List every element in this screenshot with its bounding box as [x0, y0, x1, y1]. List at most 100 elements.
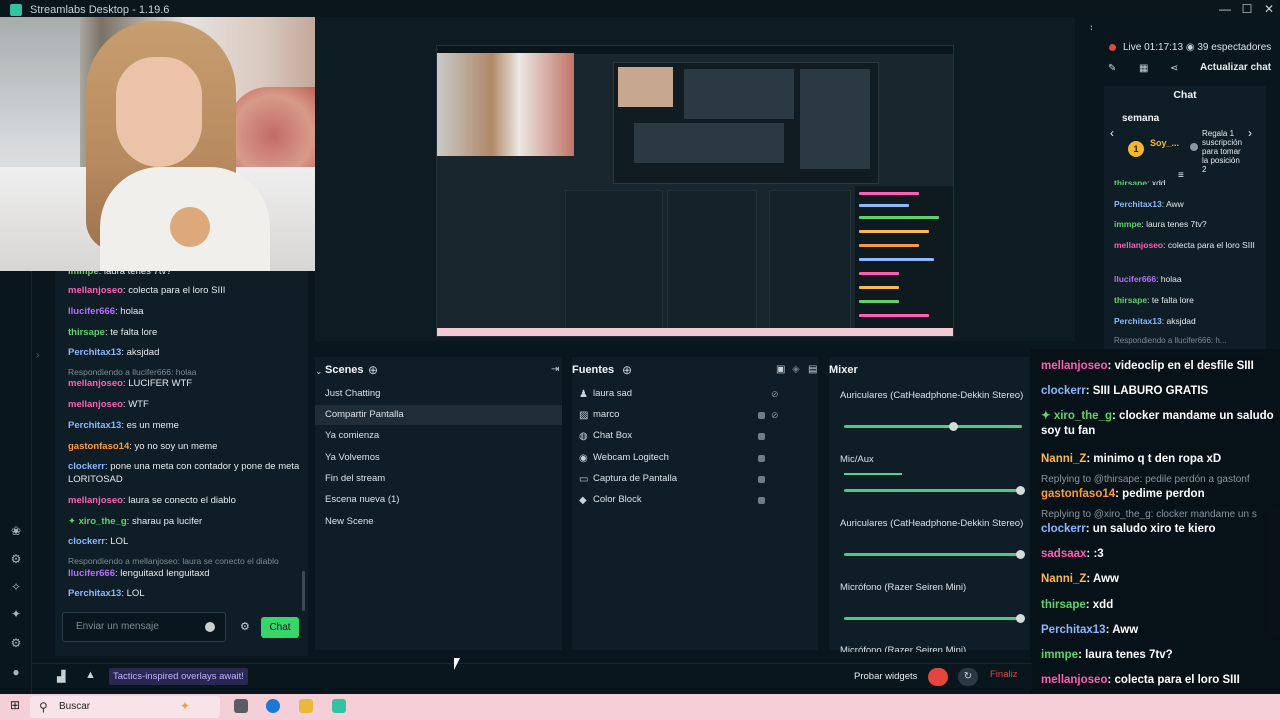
lock-icon[interactable] — [758, 476, 765, 483]
carousel-prev-icon[interactable]: ‹ — [1110, 126, 1114, 140]
task-view-icon[interactable] — [234, 699, 248, 713]
paint-icon: ◆ — [579, 495, 587, 506]
test-widgets-button[interactable]: Probar widgets — [854, 671, 917, 682]
stats-chart-icon[interactable]: ▟ — [57, 670, 65, 683]
lock-icon[interactable] — [758, 497, 765, 504]
scene-item[interactable]: New Scene — [315, 512, 562, 532]
sub-train-header: semana — [1122, 113, 1160, 124]
scene-item[interactable]: Ya Volvemos — [315, 448, 562, 468]
scene-item[interactable]: Escena nueva (1) — [315, 490, 562, 510]
chat-message: llucifer666: holaa — [68, 306, 144, 317]
taskbar-search-box[interactable]: ⚲ Buscar ✦ — [30, 696, 220, 718]
highlighter-icon[interactable]: ✦ — [9, 607, 23, 621]
expand-chevron-icon[interactable]: › — [36, 350, 39, 361]
chat-reply-context: Respondiendo a mellanjoseo: laura se con… — [68, 556, 279, 566]
add-source-icon[interactable]: ⊕ — [622, 363, 632, 377]
tools-icon[interactable]: ✧ — [9, 580, 23, 594]
scene-item[interactable]: Ya comienza — [315, 426, 562, 446]
share-icon[interactable]: ⋖ — [1170, 63, 1178, 74]
scene-item-selected[interactable]: Compartir Pantalla — [315, 405, 562, 425]
mouse-cursor — [454, 658, 460, 670]
notifications-alert-icon[interactable]: ▲ — [85, 669, 96, 681]
gift-icon — [1190, 143, 1198, 151]
add-scene-icon[interactable]: ⊕ — [368, 363, 378, 377]
mixer-channel-label: Auriculares (CatHeadphone-Dekkin Stereo) — [840, 390, 1024, 401]
edge-browser-icon[interactable] — [266, 699, 280, 713]
person-icon: ♟ — [579, 389, 588, 400]
apps-icon[interactable]: ⚙ — [9, 552, 23, 566]
mixer-channel-label: Mic/Aux — [840, 454, 874, 465]
chat-message: Perchitax13: LOL — [68, 588, 145, 599]
visibility-hidden-icon[interactable]: ⊘ — [771, 410, 779, 421]
viewers-eye-icon: ◉ — [1185, 42, 1195, 53]
gift-sub-text: Regala 1 suscripción para tomar la posic… — [1202, 129, 1243, 174]
scene-item[interactable]: Just Chatting — [315, 384, 562, 404]
chat-message: clockerr: LOL — [68, 536, 129, 547]
profile-icon[interactable]: ● — [9, 665, 23, 679]
lock-icon[interactable] — [758, 412, 765, 419]
source-item[interactable]: Webcam Logitech — [593, 448, 753, 468]
volume-slider[interactable] — [844, 617, 1022, 620]
source-item[interactable]: laura sad — [593, 384, 753, 404]
search-icon: ⚲ — [39, 700, 48, 714]
webcam-icon: ◉ — [579, 453, 588, 464]
volume-slider[interactable] — [844, 425, 1022, 428]
right-chat-message: mellanjoseo: colecta para el loro SIII — [1114, 240, 1255, 250]
update-chat-button[interactable]: Actualizar chat — [1200, 62, 1271, 73]
audio-meter — [844, 473, 902, 475]
source-item[interactable]: Color Block — [593, 490, 753, 510]
chat-message: gastonfaso14: yo no soy un meme — [68, 441, 218, 452]
volume-slider[interactable] — [844, 553, 1022, 556]
chat-message: thirsape: te falta lore — [68, 327, 158, 338]
scene-item[interactable]: Fin del stream — [315, 469, 562, 489]
emoji-icon[interactable] — [205, 622, 215, 632]
chat-message: mellanjoseo: WTF — [68, 399, 149, 410]
streamlabs-taskbar-icon[interactable] — [332, 699, 346, 713]
edit-icon[interactable]: ✎ — [1108, 63, 1116, 74]
promo-banner[interactable]: Tactics-inspired overlays await! — [109, 668, 248, 685]
source-item[interactable]: Chat Box — [593, 426, 753, 446]
chat-send-button[interactable]: Chat — [261, 617, 299, 638]
themes-icon[interactable]: ❀ — [9, 524, 23, 538]
source-item[interactable]: Captura de Pantalla — [593, 469, 753, 489]
end-stream-button[interactable]: Finaliz — [990, 669, 1017, 680]
lock-icon[interactable] — [758, 455, 765, 462]
right-chat-message: Perchitax13: aksjdad — [1114, 316, 1196, 326]
settings-icon[interactable]: ⚙ — [9, 636, 23, 650]
chat-settings-gear-icon[interactable]: ⚙ — [240, 620, 250, 633]
source-group-icon[interactable]: ◈ — [792, 364, 800, 375]
sub-user: Soy_... — [1150, 138, 1180, 148]
chat-scrollbar[interactable] — [302, 571, 305, 611]
overlay-chat-message: clockerr: un saludo xiro te kiero — [1041, 523, 1216, 535]
replay-buffer-icon[interactable]: ↻ — [958, 668, 978, 686]
volume-slider-knob[interactable] — [1016, 486, 1025, 495]
volume-slider-knob[interactable] — [949, 422, 958, 431]
window-title: Streamlabs Desktop - 1.19.6 — [30, 3, 170, 16]
record-button[interactable] — [928, 668, 948, 686]
carousel-next-icon[interactable]: › — [1248, 126, 1252, 140]
monitor-icon: ▭ — [579, 474, 589, 485]
dashboard-icon[interactable]: ▦ — [1139, 63, 1148, 74]
mixer-channel-label: Auriculares (CatHeadphone-Dekkin Stereo) — [840, 518, 1024, 529]
windows-start-icon[interactable]: ⊞ — [10, 699, 22, 711]
overlay-chat-message: Nanni_Z: Aww — [1041, 573, 1119, 585]
overlay-chat-message: thirsape: xdd — [1041, 599, 1114, 611]
chat-message-input[interactable]: Enviar un mensaje — [62, 612, 226, 642]
chat-message: mellanjoseo: LUCIFER WTF — [68, 378, 193, 389]
add-source-folder-icon[interactable]: ▤ — [808, 364, 817, 375]
visibility-hidden-icon[interactable]: ⊘ — [771, 389, 779, 400]
mixer-channel-label: Micrófono (Razer Seiren Mini) — [840, 582, 967, 593]
overlay-chat-reply: Replying to @xiro_the_g: clocker mandame… — [1041, 509, 1257, 520]
chat-message: Perchitax13: es un meme — [68, 420, 179, 431]
volume-slider[interactable] — [844, 489, 1022, 492]
source-item[interactable]: marco — [593, 405, 753, 425]
volume-slider-knob[interactable] — [1016, 614, 1025, 623]
stream-preview[interactable] — [436, 45, 954, 337]
volume-slider-knob[interactable] — [1016, 550, 1025, 559]
overlay-chat-message: clockerr: SIII LABURO GRATIS — [1041, 385, 1209, 397]
lock-icon[interactable] — [758, 433, 765, 440]
scenes-collapse-icon[interactable]: ⌄ — [315, 366, 323, 377]
scene-transition-icon[interactable]: ⇥ — [551, 364, 559, 375]
source-folder-icon[interactable]: ▣ — [776, 364, 785, 375]
file-explorer-icon[interactable] — [299, 699, 313, 713]
